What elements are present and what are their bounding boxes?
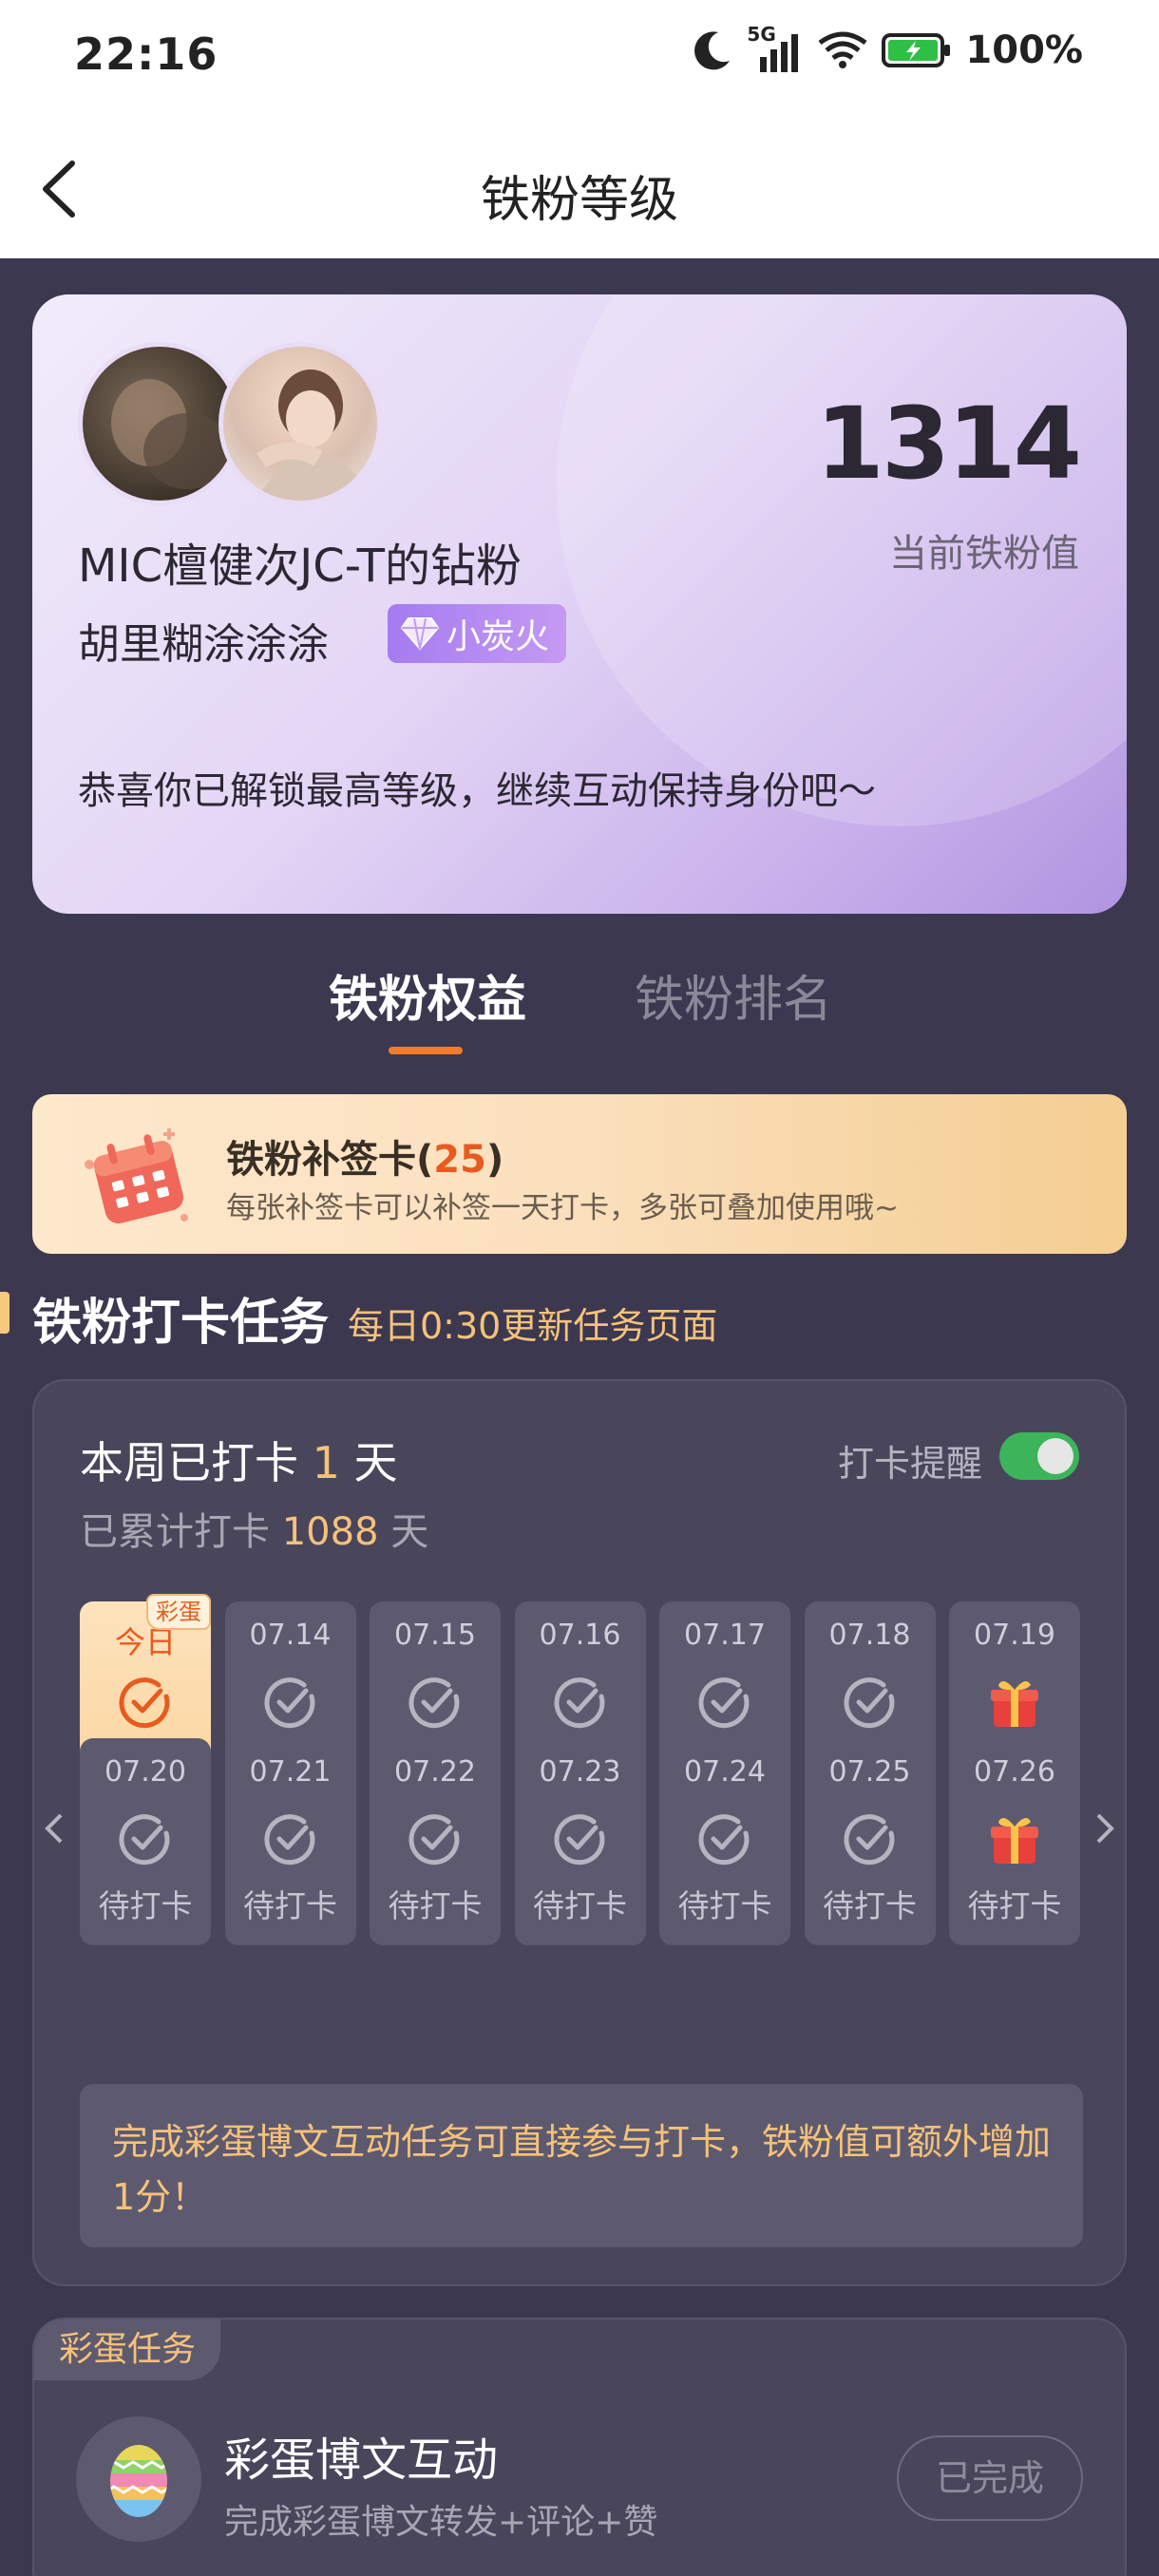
week-checkin-summary: 本周已打卡 1 天 <box>80 1429 398 1491</box>
checkin-day-date: 07.18 <box>828 1619 911 1652</box>
wifi-icon <box>818 31 867 68</box>
week-suffix: 天 <box>353 1437 398 1488</box>
gift-icon <box>986 1810 1043 1867</box>
check-circle-icon <box>262 1810 319 1867</box>
fan-score-value: 1314 <box>815 386 1082 502</box>
signal-5g-icon: 5G <box>747 23 804 72</box>
makeup-card-title-text: 铁粉补签卡 <box>226 1138 416 1182</box>
gift-icon <box>986 1674 1043 1731</box>
checkin-day-date: 07.25 <box>828 1755 911 1789</box>
checkin-day-date: 07.16 <box>539 1619 621 1652</box>
status-time: 22:16 <box>74 28 218 80</box>
fan-level-name: MIC檀健次JC-T的钻粉 <box>78 540 522 593</box>
checkin-day-status: 待打卡 <box>388 1887 483 1924</box>
section-title: 铁粉打卡任务 <box>32 1295 330 1352</box>
active-tab-indicator <box>389 1047 463 1054</box>
check-circle-icon <box>842 1810 899 1867</box>
checkin-day-status: 待打卡 <box>823 1887 917 1924</box>
egg-task-subtitle: 完成彩蛋博文转发+评论+赞 <box>224 2503 658 2542</box>
egg-icon-wrapper <box>76 2416 201 2542</box>
diamond-icon <box>401 617 439 651</box>
egg-task-title: 彩蛋博文互动 <box>224 2434 499 2487</box>
app-header: 铁粉等级 <box>0 114 1159 258</box>
checkin-hint: 完成彩蛋博文互动任务可直接参与打卡，铁粉值可额外增加1分！ <box>80 2084 1083 2247</box>
egg-task-card: 彩蛋任务 彩蛋博文互动 完成彩蛋博文转发+评论+赞 已完成 <box>32 2318 1127 2576</box>
total-checkin-summary: 已累计打卡 1088 天 <box>80 1501 428 1556</box>
checkin-day-date: 07.15 <box>394 1619 476 1652</box>
network-type-label: 5G <box>747 23 776 46</box>
section-subtitle: 每日0:30更新任务页面 <box>348 1305 718 1347</box>
fan-score-label: 当前铁粉值 <box>889 532 1079 576</box>
makeup-card-title: 铁粉补签卡(25) <box>226 1138 504 1182</box>
checkin-day-date: 07.23 <box>539 1755 621 1789</box>
easter-egg-icon <box>110 2445 167 2517</box>
checkin-day-status: 待打卡 <box>967 1887 1062 1924</box>
checkin-day-tile[interactable]: 07.23 待打卡 <box>514 1738 646 1945</box>
checkin-day-date: 07.17 <box>684 1619 766 1652</box>
checkin-card: 本周已打卡 1 天 已累计打卡 1088 天 打卡提醒 今日已领彩蛋07.14待… <box>32 1379 1127 2286</box>
check-circle-icon <box>262 1674 319 1731</box>
moon-icon <box>694 31 731 70</box>
checkin-day-tile[interactable]: 07.26 待打卡 <box>949 1738 1080 1945</box>
status-bar: 22:16 5G 100% <box>0 0 1159 114</box>
easter-egg-tag: 彩蛋 <box>146 1594 211 1630</box>
total-suffix: 天 <box>390 1510 429 1554</box>
section-accent-bar <box>0 1292 10 1334</box>
check-circle-icon <box>407 1674 464 1731</box>
check-circle-icon <box>117 1810 174 1867</box>
checkin-day-date: 07.19 <box>974 1619 1055 1652</box>
checkin-day-status: 待打卡 <box>677 1887 772 1924</box>
check-circle-icon <box>407 1810 464 1867</box>
reminder-toggle[interactable] <box>999 1432 1079 1480</box>
total-count: 1088 <box>281 1510 379 1554</box>
checkin-day-tile[interactable]: 07.21 待打卡 <box>224 1738 356 1945</box>
fan-badge: 小炭火 <box>388 604 567 663</box>
profile-card: MIC檀健次JC-T的钻粉 胡里糊涂涂涂 小炭火 1314 当前铁粉值 恭喜你已… <box>32 294 1127 914</box>
checkin-day-status: 待打卡 <box>243 1887 337 1924</box>
fan-badge-label: 小炭火 <box>446 617 550 656</box>
egg-task-done-button[interactable]: 已完成 <box>897 2435 1083 2521</box>
next-week-arrow-icon[interactable] <box>1091 1809 1119 1847</box>
week-count: 1 <box>312 1437 340 1488</box>
check-circle-icon <box>696 1810 753 1867</box>
checkin-day-date: 07.20 <box>104 1755 186 1789</box>
checkin-day-tile[interactable]: 07.24 待打卡 <box>659 1738 790 1945</box>
checkin-day-date: 07.14 <box>249 1619 332 1652</box>
checkin-day-tile[interactable]: 07.22 待打卡 <box>370 1738 501 1945</box>
checkin-day-date: 07.21 <box>249 1755 332 1789</box>
check-circle-icon <box>552 1674 609 1731</box>
egg-task-tag: 彩蛋任务 <box>34 2320 221 2380</box>
idol-avatar[interactable] <box>78 342 241 505</box>
reminder-label: 打卡提醒 <box>837 1443 982 1485</box>
makeup-card-desc: 每张补签卡可以补签一天打卡，多张可叠加使用哦~ <box>226 1191 899 1225</box>
makeup-card-count: 25 <box>433 1138 486 1182</box>
checkin-hint-text: 完成彩蛋博文互动任务可直接参与打卡，铁粉值可额外增加1分！ <box>112 2121 1052 2218</box>
page-title: 铁粉等级 <box>480 172 678 229</box>
checkin-day-status: 待打卡 <box>98 1887 193 1924</box>
check-circle-icon <box>117 1674 174 1731</box>
makeup-card-banner[interactable]: 铁粉补签卡(25) 每张补签卡可以补签一天打卡，多张可叠加使用哦~ <box>32 1094 1127 1254</box>
status-icons: 5G 100% <box>690 23 1083 72</box>
check-circle-icon <box>552 1810 609 1867</box>
user-avatar[interactable] <box>218 342 382 505</box>
total-prefix: 已累计打卡 <box>80 1510 270 1554</box>
checkin-day-date: 07.24 <box>684 1755 766 1789</box>
checkin-day-date: 07.26 <box>974 1755 1055 1789</box>
checkin-day-date: 07.22 <box>394 1755 476 1789</box>
check-circle-icon <box>842 1674 899 1731</box>
check-circle-icon <box>696 1674 753 1731</box>
battery-percent: 100% <box>965 28 1083 72</box>
battery-icon <box>882 33 951 67</box>
toggle-knob <box>1037 1438 1074 1474</box>
checkin-day-tile[interactable]: 07.25 待打卡 <box>804 1738 936 1945</box>
calendar-icon <box>85 1128 188 1224</box>
level-message: 恭喜你已解锁最高等级，继续互动保持身份吧～ <box>78 769 876 813</box>
prev-week-arrow-icon[interactable] <box>40 1809 68 1847</box>
user-nickname: 胡里糊涂涂涂 <box>78 620 329 669</box>
checkin-day-status: 待打卡 <box>533 1887 627 1924</box>
checkin-day-tile[interactable]: 07.20 待打卡 <box>80 1738 211 1945</box>
tab-fan-benefits[interactable]: 铁粉权益 <box>329 959 526 1031</box>
tab-fan-ranking[interactable]: 铁粉排名 <box>635 959 832 1031</box>
week-prefix: 本周已打卡 <box>80 1437 298 1488</box>
